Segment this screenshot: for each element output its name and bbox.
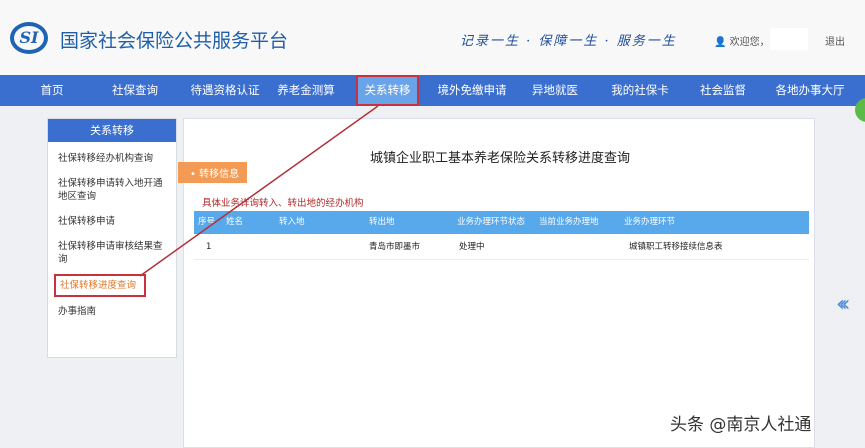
annotation-arrow	[139, 105, 379, 277]
annotation-line	[139, 105, 379, 277]
watermark: 头条 @南京人社通	[670, 415, 812, 435]
